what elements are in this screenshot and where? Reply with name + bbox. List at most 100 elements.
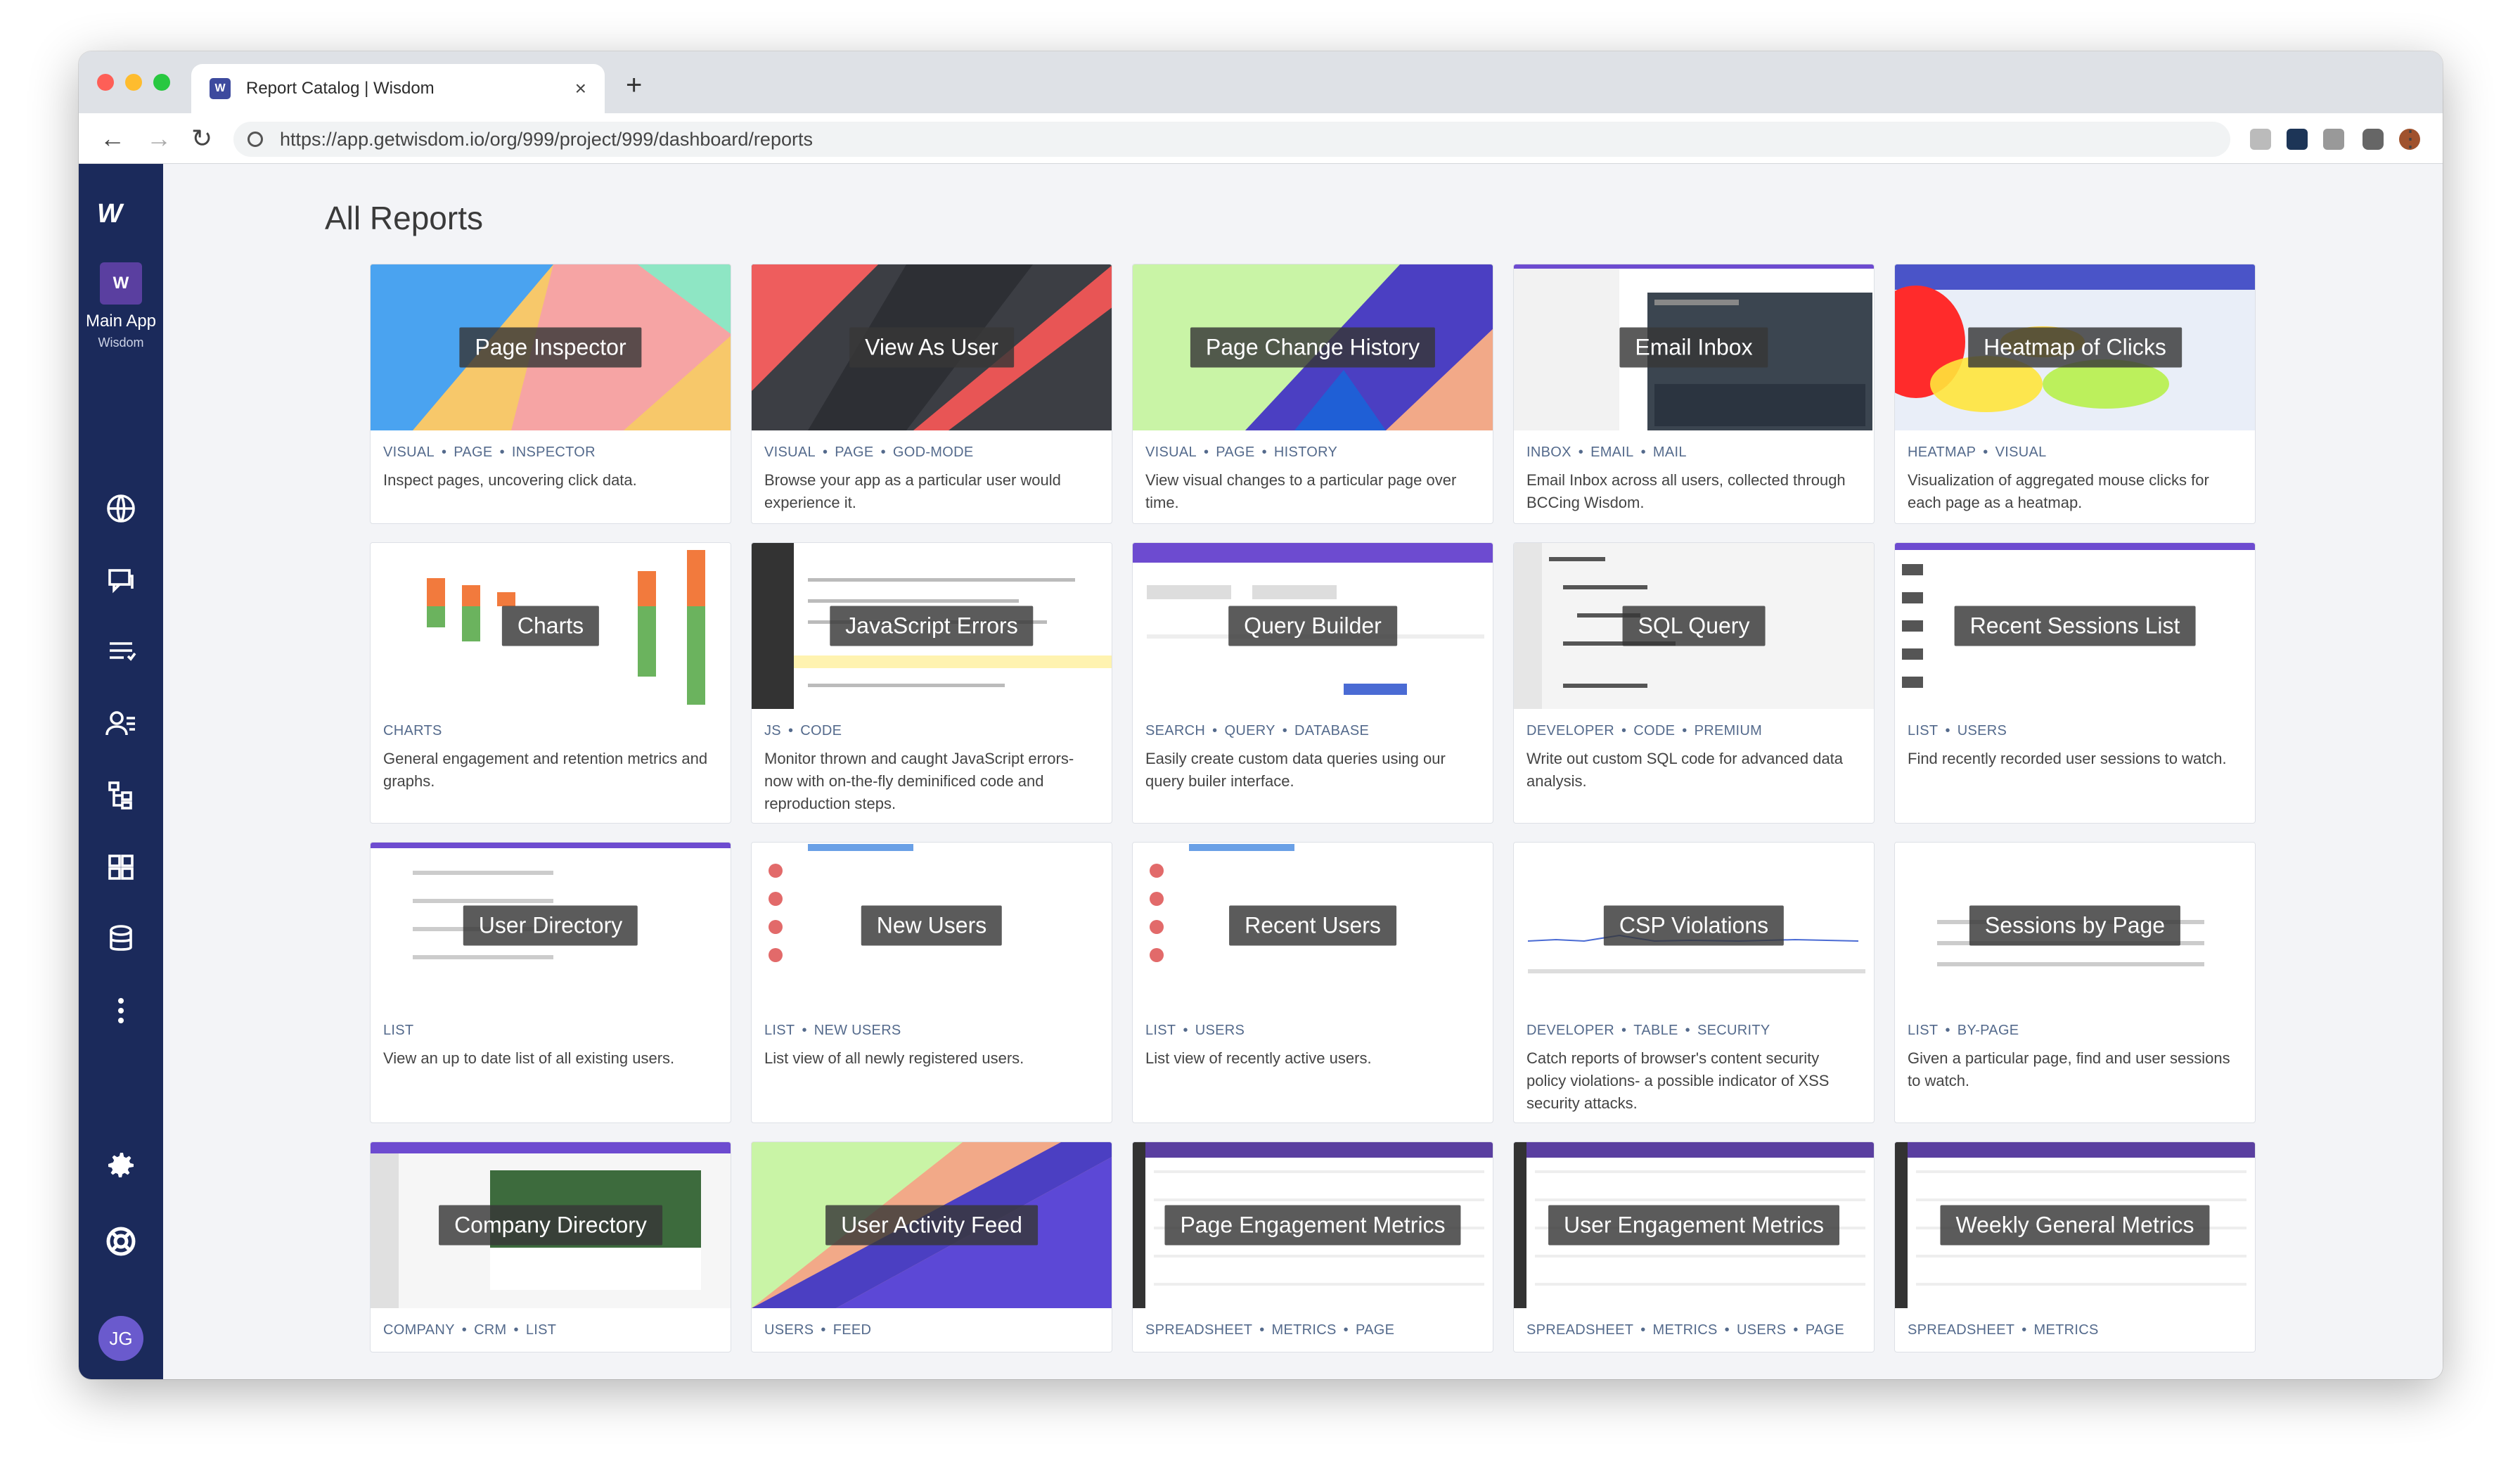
report-thumbnail[interactable]: User Directory bbox=[371, 843, 731, 1009]
extension-icon[interactable] bbox=[2287, 129, 2308, 150]
report-card[interactable]: User Directory LIST View an up to date lis… bbox=[370, 842, 731, 1123]
more-icon[interactable] bbox=[104, 994, 138, 1028]
report-description: Spreadsheet of basic aggregate numbers e… bbox=[1908, 1347, 2242, 1352]
report-tag: PAGE bbox=[835, 444, 874, 460]
report-card[interactable]: Charts CHARTS General engagement and reten… bbox=[370, 542, 731, 824]
help-icon[interactable] bbox=[104, 1224, 138, 1258]
main-content: All Reports Page Inspector VISUAL • PAGE • IN… bbox=[163, 164, 2443, 1379]
report-thumbnail[interactable]: Page Change History bbox=[1133, 264, 1493, 430]
report-thumbnail[interactable]: New Users bbox=[752, 843, 1112, 1009]
minimize-window-button[interactable] bbox=[125, 74, 142, 91]
report-description: Browse your app as a particular user wou… bbox=[764, 471, 1061, 511]
tree-icon[interactable] bbox=[104, 779, 138, 812]
report-thumbnail[interactable]: Heatmap of Clicks bbox=[1895, 264, 2255, 430]
report-tag: CHARTS bbox=[383, 723, 442, 738]
report-thumbnail[interactable]: Recent Users bbox=[1133, 843, 1493, 1009]
app-avatar[interactable]: W bbox=[100, 262, 142, 305]
report-tag: GOD-MODE bbox=[892, 444, 974, 460]
maximize-window-button[interactable] bbox=[153, 74, 170, 91]
tag-separator: • bbox=[461, 1322, 468, 1338]
gear-icon[interactable] bbox=[104, 1149, 138, 1182]
report-description: Keep up to date with newly signed up use… bbox=[764, 1347, 1099, 1352]
report-tag: MAIL bbox=[1652, 444, 1687, 460]
report-thumbnail[interactable]: Company Directory bbox=[371, 1142, 731, 1308]
report-thumbnail[interactable]: Page Engagement Metrics bbox=[1133, 1142, 1493, 1308]
report-tags: JS • CODE bbox=[764, 723, 1099, 739]
report-thumbnail[interactable]: Email Inbox bbox=[1514, 264, 1874, 430]
report-tags: INBOX • EMAIL • MAIL bbox=[1526, 444, 1861, 461]
report-tag: HISTORY bbox=[1273, 444, 1338, 460]
report-card[interactable]: Query Builder SEARCH • QUERY • DATABASE Easily… bbox=[1132, 542, 1493, 824]
new-tab-icon[interactable]: + bbox=[626, 71, 642, 99]
list-icon[interactable] bbox=[104, 635, 138, 669]
report-card[interactable]: User Engagement Metrics SPREADSHEET • METRI… bbox=[1513, 1141, 1875, 1352]
report-card[interactable]: User Activity Feed USERS • FEED Keep up to d… bbox=[751, 1141, 1112, 1352]
report-card[interactable]: CSP Violations DEVELOPER • TABLE • SECURITY Ca… bbox=[1513, 842, 1875, 1123]
report-card[interactable]: Recent Users LIST • USERS List view of recen… bbox=[1132, 842, 1493, 1123]
users-icon[interactable] bbox=[104, 707, 138, 741]
report-description: List view of all newly registered users. bbox=[764, 1049, 1024, 1067]
tab-title: Report Catalog | Wisdom bbox=[246, 79, 435, 98]
tag-separator: • bbox=[1203, 444, 1209, 460]
reload-icon[interactable]: ↻ bbox=[191, 123, 212, 154]
chat-icon[interactable] bbox=[104, 563, 138, 597]
report-thumbnail[interactable]: View As User bbox=[752, 264, 1112, 430]
user-avatar[interactable]: JG bbox=[98, 1316, 143, 1361]
report-card[interactable]: Page Change History VISUAL • PAGE • HISTORY Vi… bbox=[1132, 264, 1493, 524]
tab-close-icon[interactable]: × bbox=[575, 77, 586, 100]
report-title: Page Change History bbox=[1190, 327, 1436, 368]
close-window-button[interactable] bbox=[97, 74, 114, 91]
report-tag: LIST bbox=[1908, 1023, 1939, 1038]
report-thumbnail[interactable]: Recent Sessions List bbox=[1895, 543, 2255, 709]
tag-separator: • bbox=[1640, 1322, 1646, 1338]
report-thumbnail[interactable]: Weekly General Metrics bbox=[1895, 1142, 2255, 1308]
menu-icon[interactable]: ⋮ bbox=[2399, 123, 2422, 154]
report-card[interactable]: Recent Sessions List LIST • USERS Find recen… bbox=[1894, 542, 2256, 824]
page-title: All Reports bbox=[325, 200, 483, 236]
site-info-icon[interactable] bbox=[248, 132, 263, 147]
report-card[interactable]: View As User VISUAL • PAGE • GOD-MODE Browse y… bbox=[751, 264, 1112, 524]
report-thumbnail[interactable]: JavaScript Errors bbox=[752, 543, 1112, 709]
report-thumbnail[interactable]: Query Builder bbox=[1133, 543, 1493, 709]
tab-strip: W Report Catalog | Wisdom × + bbox=[79, 51, 2443, 113]
wisdom-logo-icon[interactable]: W bbox=[97, 199, 122, 229]
report-card[interactable]: SQL Query DEVELOPER • CODE • PREMIUM Write out… bbox=[1513, 542, 1875, 824]
report-title: Sessions by Page bbox=[1969, 905, 2181, 946]
report-card[interactable]: JavaScript Errors JS • CODE Monitor thrown a… bbox=[751, 542, 1112, 824]
tag-separator: • bbox=[1282, 723, 1288, 738]
globe-icon[interactable] bbox=[104, 492, 138, 525]
report-card[interactable]: Page Inspector VISUAL • PAGE • INSPECTOR Inspe… bbox=[370, 264, 731, 524]
dashboard-icon[interactable] bbox=[104, 850, 138, 884]
url-field[interactable]: https://app.getwisdom.io/org/999/project… bbox=[233, 122, 2230, 157]
report-card[interactable]: Sessions by Page LIST • BY-PAGE Given a part… bbox=[1894, 842, 2256, 1123]
report-card[interactable]: Company Directory COMPANY • CRM • LIST Company… bbox=[370, 1141, 731, 1352]
report-description: View an up to date list of all existing … bbox=[383, 1049, 675, 1067]
report-card[interactable]: Page Engagement Metrics SPREADSHEET • METRI… bbox=[1132, 1141, 1493, 1352]
back-icon[interactable]: ← bbox=[100, 123, 125, 154]
report-thumbnail[interactable]: Sessions by Page bbox=[1895, 843, 2255, 1009]
forward-icon[interactable]: → bbox=[146, 123, 172, 154]
report-tags: DEVELOPER • CODE • PREMIUM bbox=[1526, 723, 1861, 739]
report-card[interactable]: Weekly General Metrics SPREADSHEET • METRIC… bbox=[1894, 1141, 2256, 1352]
report-tag: LIST bbox=[383, 1023, 414, 1038]
report-title: User Engagement Metrics bbox=[1548, 1205, 1839, 1246]
report-thumbnail[interactable]: CSP Violations bbox=[1514, 843, 1874, 1009]
extension-icon[interactable] bbox=[2250, 129, 2271, 150]
tag-separator: • bbox=[441, 444, 447, 460]
browser-tab[interactable]: W Report Catalog | Wisdom × bbox=[191, 64, 605, 113]
puzzle-icon[interactable] bbox=[2362, 129, 2384, 150]
report-thumbnail[interactable]: Page Inspector bbox=[371, 264, 731, 430]
app-org: Wisdom bbox=[98, 335, 144, 350]
tag-separator: • bbox=[1261, 444, 1267, 460]
report-thumbnail[interactable]: User Activity Feed bbox=[752, 1142, 1112, 1308]
database-icon[interactable] bbox=[104, 922, 138, 956]
extension-icon[interactable] bbox=[2323, 129, 2344, 150]
report-thumbnail[interactable]: Charts bbox=[371, 543, 731, 709]
report-title: Weekly General Metrics bbox=[1940, 1205, 2210, 1246]
report-card[interactable]: New Users LIST • NEW USERS List view of all … bbox=[751, 842, 1112, 1123]
report-thumbnail[interactable]: User Engagement Metrics bbox=[1514, 1142, 1874, 1308]
report-card[interactable]: Heatmap of Clicks HEATMAP • VISUAL Visualiza… bbox=[1894, 264, 2256, 524]
report-card[interactable]: Email Inbox INBOX • EMAIL • MAIL Email Inbox a… bbox=[1513, 264, 1875, 524]
report-description: Spreadsheet of per user page engagement … bbox=[1526, 1347, 1861, 1352]
report-thumbnail[interactable]: SQL Query bbox=[1514, 543, 1874, 709]
